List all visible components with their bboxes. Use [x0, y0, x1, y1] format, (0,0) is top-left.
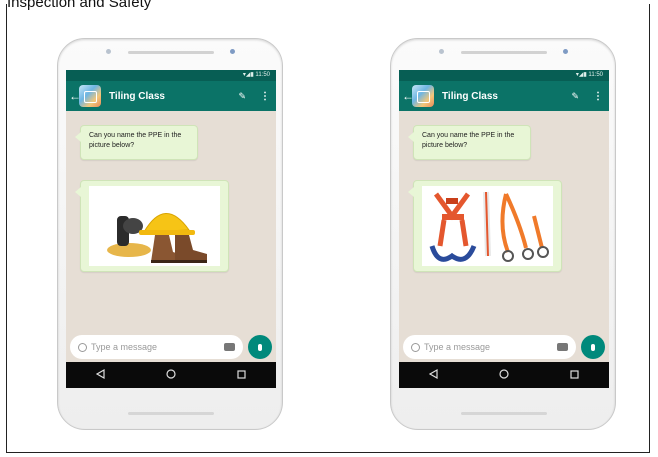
question-text: Can you name the PPE in the picture belo… [422, 132, 515, 149]
microphone-icon [591, 343, 595, 351]
emoji-icon[interactable] [411, 342, 420, 352]
image-message[interactable] [75, 180, 229, 272]
sensor-dot [106, 49, 111, 54]
paperclip-icon[interactable]: ✎ [571, 91, 579, 102]
hard-hat-brim [139, 230, 195, 235]
camera-icon[interactable] [224, 343, 235, 351]
message-input-bar [66, 332, 276, 362]
ppe-illustration-left [107, 213, 207, 263]
group-avatar[interactable] [79, 85, 101, 107]
snap-hook-left [502, 250, 514, 262]
hard-hat-dome [143, 213, 190, 233]
mic-button[interactable] [581, 335, 605, 359]
mic-button[interactable] [248, 335, 272, 359]
ppe-illustration-right [429, 191, 549, 262]
question-message: Can you name the PPE in the picture belo… [75, 125, 198, 160]
top-caption: Inspection and Safety [7, 0, 152, 11]
more-options-icon[interactable]: ⋮ [260, 91, 270, 102]
harness-chest-strap [442, 214, 464, 220]
signal-icon: ▾◢▮ [242, 72, 256, 78]
nav-home-icon[interactable] [499, 366, 509, 384]
nav-recent-apps-icon[interactable] [237, 366, 246, 384]
phone-right: ▾◢▮ 11:50 ← Tiling Class ✎ ⋮ Can you nam… [390, 38, 616, 430]
signal-icon: ▾◢▮ [575, 72, 589, 78]
more-options-icon[interactable]: ⋮ [593, 91, 603, 102]
front-camera [563, 49, 568, 54]
image-message[interactable] [408, 180, 562, 272]
earpiece-speaker [128, 51, 214, 54]
phone-left: ▾◢▮ 11:50 ← Tiling Class ✎ ⋮ Can you nam… [57, 38, 283, 430]
microphone-icon [258, 343, 262, 351]
snap-hook-tail [537, 246, 549, 258]
hard-hat-boots-goggles-gloves-image[interactable] [89, 186, 220, 266]
android-nav-bar [399, 362, 609, 388]
bottom-speaker [128, 412, 214, 415]
message-field[interactable] [403, 335, 576, 359]
paperclip-icon[interactable]: ✎ [238, 91, 246, 102]
earpiece-speaker [461, 51, 547, 54]
emoji-icon[interactable] [78, 342, 87, 352]
message-field[interactable] [70, 335, 243, 359]
harness-body-straps [437, 219, 469, 247]
camera-icon[interactable] [557, 343, 568, 351]
nav-back-icon[interactable] [96, 366, 105, 384]
safety-harness-lanyard-image[interactable] [422, 186, 553, 266]
chat-title[interactable]: Tiling Class [109, 91, 238, 102]
nav-home-icon[interactable] [166, 366, 176, 384]
phone-screen: ▾◢▮ 11:50 ← Tiling Class ✎ ⋮ Can you nam… [66, 70, 276, 388]
message-input[interactable] [424, 342, 557, 352]
chat-area: Can you name the PPE in the picture belo… [66, 111, 276, 355]
harness-shoulder-straps [433, 192, 471, 221]
chat-app-bar: ← Tiling Class ✎ ⋮ [399, 81, 609, 111]
message-input[interactable] [91, 342, 224, 352]
boot-right [175, 235, 207, 262]
question-text: Can you name the PPE in the picture belo… [89, 132, 182, 149]
status-time: 11:50 [588, 72, 603, 78]
harness-leg-loops [429, 244, 477, 262]
gloves-shape [107, 243, 151, 257]
status-time: 11:50 [255, 72, 270, 78]
harness-back-plate [446, 198, 458, 204]
sensor-dot [439, 49, 444, 54]
phone-screen: ▾◢▮ 11:50 ← Tiling Class ✎ ⋮ Can you nam… [399, 70, 609, 388]
snap-hook-right [522, 248, 534, 260]
status-bar: ▾◢▮ 11:50 [399, 70, 609, 81]
back-arrow-icon[interactable]: ← [402, 89, 414, 103]
chat-title[interactable]: Tiling Class [442, 91, 571, 102]
nav-back-icon[interactable] [429, 366, 438, 384]
front-camera [230, 49, 235, 54]
chat-app-bar: ← Tiling Class ✎ ⋮ [66, 81, 276, 111]
bottom-speaker [461, 412, 547, 415]
status-bar: ▾◢▮ 11:50 [66, 70, 276, 81]
android-nav-bar [66, 362, 276, 388]
nav-recent-apps-icon[interactable] [570, 366, 579, 384]
back-arrow-icon[interactable]: ← [69, 89, 81, 103]
lanyard-tail [532, 215, 544, 249]
question-message: Can you name the PPE in the picture belo… [408, 125, 531, 160]
group-avatar[interactable] [412, 85, 434, 107]
lanyard-webbing [500, 193, 528, 253]
message-input-bar [399, 332, 609, 362]
chat-area: Can you name the PPE in the picture belo… [399, 111, 609, 355]
boot-right-sole [175, 260, 207, 263]
